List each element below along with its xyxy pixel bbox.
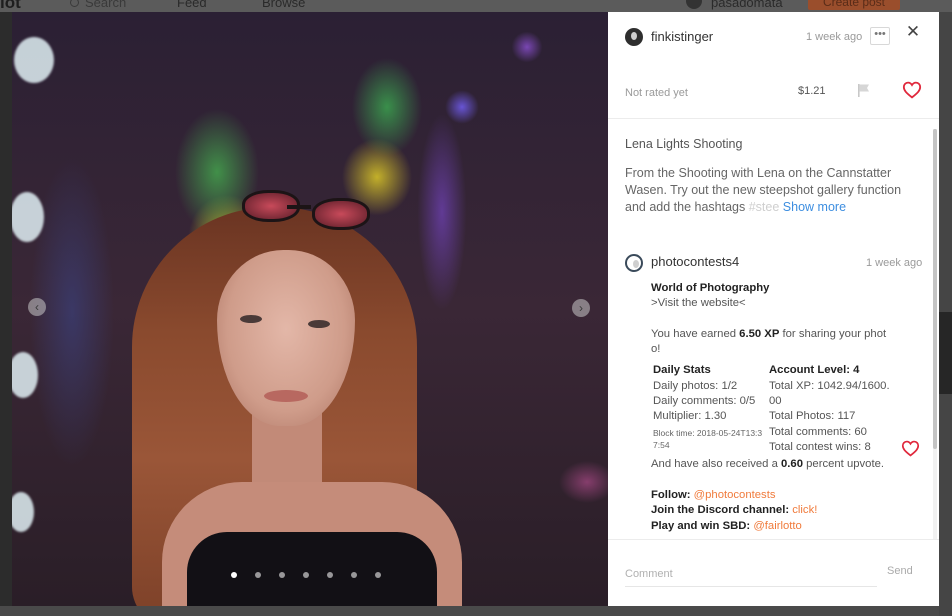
post-payout[interactable]: $1.21 xyxy=(798,85,826,97)
background-right-edge xyxy=(939,12,952,616)
search-label: Search xyxy=(85,0,127,10)
flag-icon[interactable] xyxy=(857,83,871,97)
create-post-button: Create post xyxy=(808,0,900,10)
visit-website-link[interactable]: >Visit the website< xyxy=(651,297,746,309)
commenter-avatar[interactable] xyxy=(625,254,643,272)
earned-suffix: for sharing your phot xyxy=(779,327,887,340)
background-bottom-edge xyxy=(0,606,939,616)
chevron-left-icon[interactable]: ‹ xyxy=(28,298,46,316)
daily-stats-title: Daily Stats xyxy=(653,364,711,377)
total-xp-tail: 00 xyxy=(769,395,782,408)
background-header: iot Search Feed Browse pasadomata Create… xyxy=(0,0,952,12)
background-search: Search xyxy=(70,0,126,10)
username: pasadomata xyxy=(711,0,783,10)
post-body-line: From the Shooting with Lena on the Canns… xyxy=(625,166,892,180)
total-comments: Total comments: 60 xyxy=(769,425,867,438)
bokeh-light xyxy=(12,492,34,532)
rating-row: Not rated yet $1.21 xyxy=(608,62,939,119)
multiplier: Multiplier: 1.30 xyxy=(653,410,727,423)
subject-eye-left xyxy=(240,315,262,323)
post-body-line: Wasen. Try out the new steepshot gallery… xyxy=(625,183,902,197)
user-avatar xyxy=(686,0,702,9)
chevron-right-icon[interactable]: › xyxy=(572,299,590,317)
subject-lips xyxy=(264,390,308,402)
comment-body: World of Photography >Visit the website<… xyxy=(651,281,901,534)
earned-xp: 6.50 XP xyxy=(739,327,780,340)
comment-author[interactable]: photocontests4 xyxy=(651,254,739,269)
nav-browse: Browse xyxy=(262,0,306,10)
background-thumbnail xyxy=(939,312,952,394)
search-icon xyxy=(70,0,79,7)
background-left-edge xyxy=(0,12,12,606)
gallery-dot-2[interactable] xyxy=(255,572,261,578)
gallery-dot-3[interactable] xyxy=(279,572,285,578)
upvote-suffix: percent upvote. xyxy=(803,458,885,471)
rating-status: Not rated yet xyxy=(625,87,688,99)
total-photos: Total Photos: 117 xyxy=(769,410,856,423)
gallery-dot-1[interactable] xyxy=(231,572,237,578)
block-time-line: Block time: 2018-05-24T13:3 xyxy=(653,427,763,438)
comment-input[interactable] xyxy=(625,562,877,587)
comment-composer: Send xyxy=(608,539,939,606)
post-header: finkistinger 1 week ago ••• ✕ xyxy=(608,12,939,62)
earned-prefix: You have earned xyxy=(651,327,740,340)
post-title: Lena Lights Shooting xyxy=(625,137,743,151)
gallery-pagination xyxy=(231,572,399,580)
block-time-line: 7:54 xyxy=(653,439,670,450)
upvote-value: 0.60 xyxy=(781,458,803,471)
post-description: From the Shooting with Lena on the Canns… xyxy=(625,165,915,216)
scrollbar-thumb[interactable] xyxy=(933,129,937,449)
follow-link[interactable]: @photocontests xyxy=(694,489,776,501)
post-side-panel: finkistinger 1 week ago ••• ✕ Not rated … xyxy=(608,12,939,606)
discord-link[interactable]: click! xyxy=(792,504,817,516)
sunglasses-right xyxy=(312,198,370,230)
site-logo: iot xyxy=(0,0,21,12)
stats-table: Daily Stats Daily photos: 1/2 Daily comm… xyxy=(653,363,898,457)
daily-comments: Daily comments: 0/5 xyxy=(653,395,756,408)
earned-tail: o! xyxy=(651,343,661,356)
total-contest-wins: Total contest wins: 8 xyxy=(769,440,871,453)
bokeh-light xyxy=(12,192,44,242)
bokeh-light xyxy=(14,37,54,83)
post-photo: ‹ › xyxy=(12,12,608,606)
account-level: Account Level: 4 xyxy=(769,364,860,377)
more-icon[interactable]: ••• xyxy=(870,27,890,45)
subject-top xyxy=(187,532,437,606)
gallery-dot-5[interactable] xyxy=(327,572,333,578)
discord-label: Join the Discord channel: xyxy=(651,504,790,517)
sunglasses-bridge xyxy=(287,205,311,209)
total-xp: Total XP: 1042.94/1600. xyxy=(769,379,890,392)
send-button[interactable]: Send xyxy=(887,565,913,577)
subject-eye-right xyxy=(308,320,330,328)
post-author[interactable]: finkistinger xyxy=(651,29,713,44)
content-scrollbar[interactable] xyxy=(933,129,937,539)
play-link[interactable]: @fairlotto xyxy=(753,520,802,532)
bokeh-light xyxy=(12,352,38,398)
comment-heading: World of Photography xyxy=(651,282,770,294)
daily-stats: Daily Stats Daily photos: 1/2 Daily comm… xyxy=(653,363,765,450)
post-content-scroll[interactable]: Lena Lights Shooting From the Shooting w… xyxy=(608,119,939,539)
follow-label: Follow: xyxy=(651,489,691,502)
heart-icon[interactable] xyxy=(901,440,920,457)
heart-icon[interactable] xyxy=(902,81,922,99)
gallery-dot-7[interactable] xyxy=(375,572,381,578)
close-icon[interactable]: ✕ xyxy=(905,23,921,40)
nav-feed: Feed xyxy=(177,0,207,10)
daily-photos: Daily photos: 1/2 xyxy=(653,379,738,392)
show-more-link[interactable]: Show more xyxy=(783,200,846,214)
author-avatar[interactable] xyxy=(625,28,643,46)
post-body-fade: #stee xyxy=(748,200,780,214)
block-time: Block time: 2018-05-24T13:3 7:54 xyxy=(653,427,765,451)
comment-time: 1 week ago xyxy=(866,257,923,269)
post-body-line: and add the hashtags xyxy=(625,200,749,214)
gallery-dot-6[interactable] xyxy=(351,572,357,578)
account-stats: Account Level: 4 Total XP: 1042.94/1600.… xyxy=(769,363,897,455)
upvote-prefix: And have also received a xyxy=(651,458,781,471)
play-label: Play and win SBD: xyxy=(651,519,751,532)
post-time: 1 week ago xyxy=(806,31,863,43)
gallery-dot-4[interactable] xyxy=(303,572,309,578)
